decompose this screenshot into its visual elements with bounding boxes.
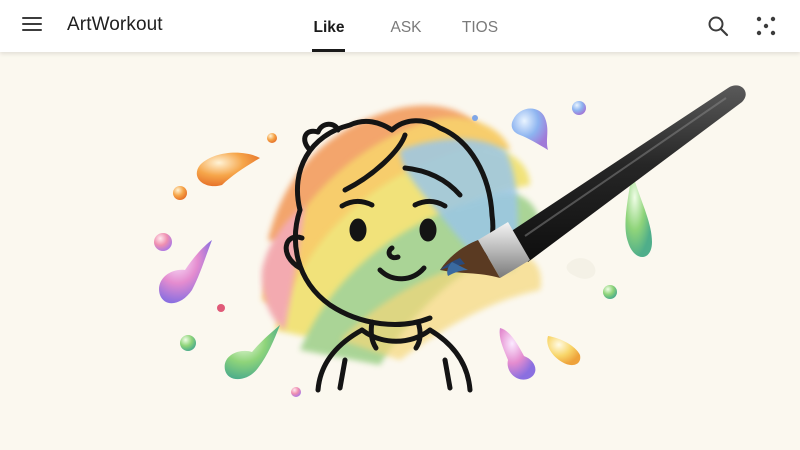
app-title: ArtWorkout xyxy=(67,14,163,35)
tab-like[interactable]: Like xyxy=(306,0,352,52)
hamburger-menu-icon[interactable] xyxy=(18,12,46,36)
illustration-canvas xyxy=(0,52,800,450)
top-app-bar: ArtWorkout Like ASK TIOS xyxy=(0,0,800,52)
app-screen: ArtWorkout Like ASK TIOS xyxy=(0,0,800,450)
active-tab-indicator xyxy=(312,49,345,52)
tab-ask[interactable]: ASK xyxy=(384,0,428,52)
tab-tios[interactable]: TIOS xyxy=(458,0,502,52)
search-icon[interactable] xyxy=(706,14,730,38)
dots-grid-icon[interactable] xyxy=(754,14,778,38)
